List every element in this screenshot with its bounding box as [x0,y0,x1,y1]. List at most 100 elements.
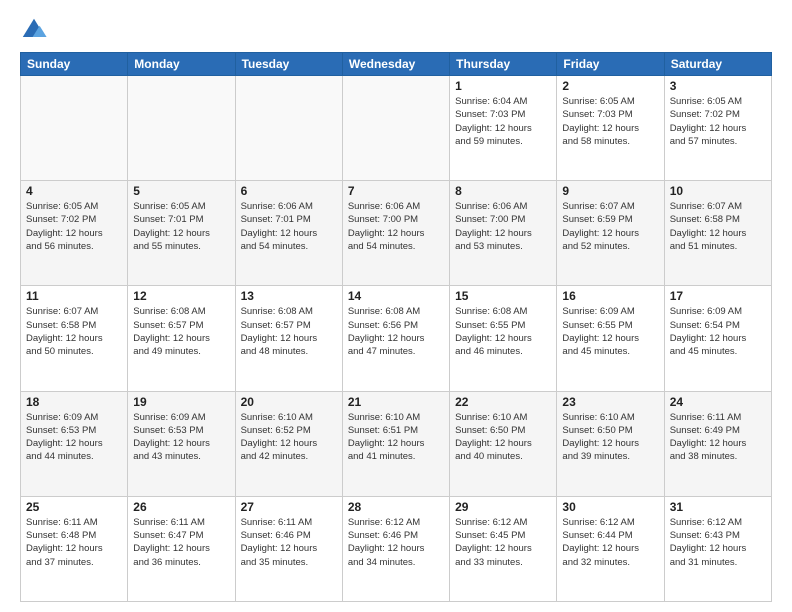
weekday-header-monday: Monday [128,53,235,76]
day-cell-20: 20 Sunrise: 6:10 AMSunset: 6:52 PMDayligh… [235,391,342,496]
day-number: 12 [133,289,229,303]
weekday-header-wednesday: Wednesday [342,53,449,76]
week-row-1: 1 Sunrise: 6:04 AMSunset: 7:03 PMDaylight… [21,76,772,181]
day-info: Sunrise: 6:05 AMSunset: 7:03 PMDaylight:… [562,95,658,148]
day-info: Sunrise: 6:09 AMSunset: 6:55 PMDaylight:… [562,305,658,358]
day-info: Sunrise: 6:06 AMSunset: 7:00 PMDaylight:… [348,200,444,253]
day-number: 14 [348,289,444,303]
day-info: Sunrise: 6:12 AMSunset: 6:44 PMDaylight:… [562,516,658,569]
weekday-header-sunday: Sunday [21,53,128,76]
day-cell-4: 4 Sunrise: 6:05 AMSunset: 7:02 PMDaylight… [21,181,128,286]
page: SundayMondayTuesdayWednesdayThursdayFrid… [0,0,792,612]
day-number: 25 [26,500,122,514]
weekday-header-saturday: Saturday [664,53,771,76]
day-number: 3 [670,79,766,93]
day-info: Sunrise: 6:12 AMSunset: 6:45 PMDaylight:… [455,516,551,569]
day-info: Sunrise: 6:05 AMSunset: 7:01 PMDaylight:… [133,200,229,253]
day-cell-25: 25 Sunrise: 6:11 AMSunset: 6:48 PMDayligh… [21,496,128,601]
day-cell-16: 16 Sunrise: 6:09 AMSunset: 6:55 PMDayligh… [557,286,664,391]
day-cell-13: 13Sunrise: 6:08 AMSunset: 6:57 PMDayligh… [235,286,342,391]
day-info: Sunrise: 6:10 AMSunset: 6:50 PMDaylight:… [455,411,551,464]
day-number: 1 [455,79,551,93]
day-number: 31 [670,500,766,514]
day-cell-28: 28 Sunrise: 6:12 AMSunset: 6:46 PMDayligh… [342,496,449,601]
day-cell-18: 18 Sunrise: 6:09 AMSunset: 6:53 PMDayligh… [21,391,128,496]
weekday-header-friday: Friday [557,53,664,76]
day-cell-3: 3 Sunrise: 6:05 AMSunset: 7:02 PMDaylight… [664,76,771,181]
day-cell-8: 8 Sunrise: 6:06 AMSunset: 7:00 PMDaylight… [450,181,557,286]
day-cell-23: 23 Sunrise: 6:10 AMSunset: 6:50 PMDayligh… [557,391,664,496]
day-cell-14: 14Sunrise: 6:08 AMSunset: 6:56 PMDayligh… [342,286,449,391]
day-cell-7: 7 Sunrise: 6:06 AMSunset: 7:00 PMDaylight… [342,181,449,286]
week-row-5: 25 Sunrise: 6:11 AMSunset: 6:48 PMDayligh… [21,496,772,601]
day-info: Sunrise: 6:06 AMSunset: 7:01 PMDaylight:… [241,200,337,253]
day-info: Sunrise: 6:06 AMSunset: 7:00 PMDaylight:… [455,200,551,253]
day-number: 17 [670,289,766,303]
day-cell-10: 10 Sunrise: 6:07 AMSunset: 6:58 PMDayligh… [664,181,771,286]
day-number: 30 [562,500,658,514]
day-info: Sunrise: 6:10 AMSunset: 6:50 PMDaylight:… [562,411,658,464]
day-number: 8 [455,184,551,198]
week-row-3: 11 Sunrise: 6:07 AMSunset: 6:58 PMDayligh… [21,286,772,391]
day-cell-12: 12 Sunrise: 6:08 AMSunset: 6:57 PMDayligh… [128,286,235,391]
day-info: Sunrise: 6:09 AMSunset: 6:54 PMDaylight:… [670,305,766,358]
day-cell-9: 9 Sunrise: 6:07 AMSunset: 6:59 PMDaylight… [557,181,664,286]
day-info: Sunrise: 6:09 AMSunset: 6:53 PMDaylight:… [133,411,229,464]
day-cell-15: 15Sunrise: 6:08 AMSunset: 6:55 PMDayligh… [450,286,557,391]
day-info: Sunrise: 6:11 AMSunset: 6:49 PMDaylight:… [670,411,766,464]
day-info: Sunrise: 6:05 AMSunset: 7:02 PMDaylight:… [26,200,122,253]
day-cell-5: 5 Sunrise: 6:05 AMSunset: 7:01 PMDaylight… [128,181,235,286]
day-info: Sunrise: 6:12 AMSunset: 6:46 PMDaylight:… [348,516,444,569]
day-info: Sunrise: 6:11 AMSunset: 6:48 PMDaylight:… [26,516,122,569]
day-number: 4 [26,184,122,198]
day-number: 2 [562,79,658,93]
day-number: 27 [241,500,337,514]
day-number: 5 [133,184,229,198]
day-number: 6 [241,184,337,198]
calendar-table: SundayMondayTuesdayWednesdayThursdayFrid… [20,52,772,602]
logo-icon [20,16,48,44]
day-info: Sunrise: 6:05 AMSunset: 7:02 PMDaylight:… [670,95,766,148]
day-number: 9 [562,184,658,198]
day-number: 29 [455,500,551,514]
header [20,16,772,44]
day-number: 10 [670,184,766,198]
day-info: Sunrise: 6:07 AMSunset: 6:58 PMDaylight:… [26,305,122,358]
day-cell-22: 22 Sunrise: 6:10 AMSunset: 6:50 PMDayligh… [450,391,557,496]
day-number: 11 [26,289,122,303]
day-info: Sunrise: 6:12 AMSunset: 6:43 PMDaylight:… [670,516,766,569]
day-number: 28 [348,500,444,514]
day-number: 18 [26,395,122,409]
day-info: Sunrise: 6:11 AMSunset: 6:46 PMDaylight:… [241,516,337,569]
day-number: 7 [348,184,444,198]
day-info: Sunrise: 6:08 AMSunset: 6:55 PMDaylight:… [455,305,551,358]
day-cell-30: 30 Sunrise: 6:12 AMSunset: 6:44 PMDayligh… [557,496,664,601]
day-cell-21: 21Sunrise: 6:10 AMSunset: 6:51 PMDayligh… [342,391,449,496]
weekday-header-thursday: Thursday [450,53,557,76]
day-number: 26 [133,500,229,514]
empty-cell [342,76,449,181]
empty-cell [128,76,235,181]
day-info: Sunrise: 6:10 AMSunset: 6:51 PMDaylight:… [348,411,444,464]
day-info: Sunrise: 6:07 AMSunset: 6:59 PMDaylight:… [562,200,658,253]
week-row-4: 18 Sunrise: 6:09 AMSunset: 6:53 PMDayligh… [21,391,772,496]
day-number: 20 [241,395,337,409]
day-cell-17: 17 Sunrise: 6:09 AMSunset: 6:54 PMDayligh… [664,286,771,391]
day-number: 22 [455,395,551,409]
day-number: 23 [562,395,658,409]
day-cell-6: 6 Sunrise: 6:06 AMSunset: 7:01 PMDaylight… [235,181,342,286]
day-info: Sunrise: 6:07 AMSunset: 6:58 PMDaylight:… [670,200,766,253]
day-cell-26: 26 Sunrise: 6:11 AMSunset: 6:47 PMDayligh… [128,496,235,601]
weekday-header-row: SundayMondayTuesdayWednesdayThursdayFrid… [21,53,772,76]
day-number: 16 [562,289,658,303]
day-cell-11: 11 Sunrise: 6:07 AMSunset: 6:58 PMDayligh… [21,286,128,391]
empty-cell [235,76,342,181]
day-info: Sunrise: 6:11 AMSunset: 6:47 PMDaylight:… [133,516,229,569]
day-info: Sunrise: 6:04 AMSunset: 7:03 PMDaylight:… [455,95,551,148]
day-number: 24 [670,395,766,409]
day-info: Sunrise: 6:08 AMSunset: 6:57 PMDaylight:… [241,305,337,358]
day-info: Sunrise: 6:08 AMSunset: 6:57 PMDaylight:… [133,305,229,358]
day-cell-1: 1 Sunrise: 6:04 AMSunset: 7:03 PMDaylight… [450,76,557,181]
day-info: Sunrise: 6:10 AMSunset: 6:52 PMDaylight:… [241,411,337,464]
day-info: Sunrise: 6:09 AMSunset: 6:53 PMDaylight:… [26,411,122,464]
